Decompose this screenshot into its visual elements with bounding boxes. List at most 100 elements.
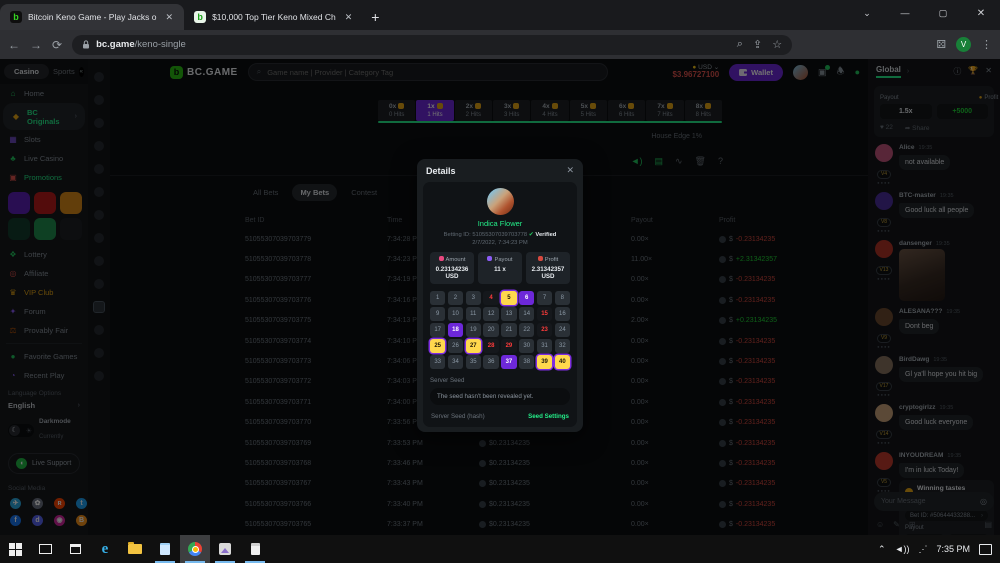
keno-number-31: 31 [537,339,552,353]
tray-expand-icon[interactable]: ⌃ [878,544,886,555]
modal-body: Indica Flower Betting ID: 51055307039703… [423,182,577,427]
browser-menu-icon[interactable]: ⋮ [981,38,992,51]
keno-number-40: 40 [555,355,570,369]
taskbar-calculator-icon[interactable] [240,535,270,563]
bet-datetime: 2/7/2022, 7:34:23 PM [430,240,570,246]
keno-number-14: 14 [519,307,534,321]
task-view-glyph [39,544,52,554]
network-icon[interactable]: ⋰ [918,544,927,555]
window-controls: ⌄ — ▢ ✕ [848,0,1000,26]
url-omnibox[interactable]: bc.game/keno-single ⌕ ⇪ ☆ [72,35,792,55]
window-minimize-button[interactable]: — [886,8,924,18]
browser-address-bar: ← → ⟳ bc.game/keno-single ⌕ ⇪ ☆ ⚄ V ⋮ [0,30,1000,59]
action-center-icon[interactable] [979,544,992,555]
taskbar-paint-icon[interactable] [210,535,240,563]
seed-hash-row: Server Seed (hash) Seed Settings [430,413,570,422]
keno-number-1: 1 [430,291,445,305]
window-maximize-button[interactable]: ▢ [924,8,962,19]
amount-card: Amount 0.23134236 USD [430,252,474,284]
keno-number-8: 8 [555,291,570,305]
taskbar-edge-icon[interactable]: e [90,535,120,563]
keno-number-20: 20 [483,323,498,337]
keno-number-11: 11 [466,307,481,321]
keno-number-25: 25 [430,339,445,353]
player-name: Indica Flower [430,219,570,228]
keno-number-10: 10 [448,307,463,321]
tab-title: Bitcoin Keno Game - Play Jacks o [28,12,157,22]
keno-number-23: 23 [537,323,552,337]
browser-tab-2[interactable]: b $10,000 Top Tier Keno Mixed Ch ✕ [184,4,363,30]
browser-tab-1[interactable]: b Bitcoin Keno Game - Play Jacks o ✕ [0,4,184,30]
seed-settings-link[interactable]: Seed Settings [528,413,569,420]
keno-number-4: 4 [483,291,498,305]
chrome-glyph [188,542,202,556]
calculator-glyph [251,543,260,555]
keno-number-6: 6 [519,291,534,305]
edge-glyph: e [102,541,109,558]
browser-profile-avatar[interactable]: V [956,37,971,52]
bcgame-page: Casino Sports « ⌂Home◆BC Originals›▦Slot… [0,59,1000,535]
verified-label: Verified [535,232,556,238]
amount-icon [439,256,444,261]
betting-id-row: Betting ID: 51055307039703778 ✔ Verified [430,231,570,238]
keno-number-19: 19 [466,323,481,337]
omnibox-icons: ⌕ ⇪ ☆ [737,38,782,51]
profit-card: Profit 2.31342357 USD [526,252,570,284]
volume-icon[interactable]: ◄)) [895,544,910,554]
keno-number-21: 21 [501,323,516,337]
keno-number-37: 37 [501,355,516,369]
keno-number-2: 2 [448,291,463,305]
taskbar-task-view-icon[interactable] [30,535,60,563]
search-icon[interactable]: ⌕ [737,38,743,51]
keno-number-22: 22 [519,323,534,337]
share-icon[interactable]: ⇪ [753,38,762,51]
keno-number-30: 30 [519,339,534,353]
window-close-button[interactable]: ✕ [962,8,1000,19]
keno-number-27: 27 [466,339,481,353]
start-glyph [9,543,22,556]
payout-icon [487,256,492,261]
tab-close-icon[interactable]: ✕ [342,11,356,24]
keno-number-26: 26 [448,339,463,353]
keno-number-3: 3 [466,291,481,305]
keno-number-17: 17 [430,323,445,337]
keno-number-12: 12 [483,307,498,321]
keno-number-38: 38 [519,355,534,369]
url-text: bc.game/keno-single [96,39,186,50]
favicon-bcgame-icon: b [10,11,22,23]
payout-value: 11 x [480,266,520,273]
forward-icon[interactable]: → [30,38,42,52]
browser-actions: ⚄ V ⋮ [936,37,992,52]
tab-close-icon[interactable]: ✕ [163,11,177,24]
server-seed-label: Server Seed [430,377,570,384]
modal-close-icon[interactable]: ✕ [566,165,574,176]
keno-number-28: 28 [483,339,498,353]
player-avatar [487,188,514,215]
extensions-puzzle-icon[interactable]: ⚄ [936,38,946,51]
tab-search-icon[interactable]: ⌄ [848,8,886,19]
taskbar-chrome-icon[interactable] [180,535,210,563]
new-tab-button[interactable]: + [371,9,379,25]
taskbar-start-icon[interactable] [0,535,30,563]
server-seed-value: The seed hasn't been revealed yet. [430,388,570,405]
keno-number-15: 15 [537,307,552,321]
paint-glyph [219,543,231,555]
clock: 7:35 PM [936,544,970,554]
keno-number-16: 16 [555,307,570,321]
browser-tab-strip: b Bitcoin Keno Game - Play Jacks o ✕ b $… [0,0,1000,30]
bookmark-star-icon[interactable]: ☆ [772,38,782,51]
amount-value: 0.23134236 USD [432,266,472,280]
taskbar-store-icon[interactable] [60,535,90,563]
store-glyph [70,544,81,554]
keno-number-39: 39 [537,355,552,369]
lock-icon [82,40,90,49]
keno-number-36: 36 [483,355,498,369]
screen: b Bitcoin Keno Game - Play Jacks o ✕ b $… [0,0,1000,563]
keno-number-29: 29 [501,339,516,353]
back-icon[interactable]: ← [8,38,20,52]
taskbar-file-explorer-icon[interactable] [120,535,150,563]
taskbar-notepad-icon[interactable] [150,535,180,563]
profit-icon [538,256,543,261]
reload-icon[interactable]: ⟳ [52,38,62,52]
keno-number-18: 18 [448,323,463,337]
